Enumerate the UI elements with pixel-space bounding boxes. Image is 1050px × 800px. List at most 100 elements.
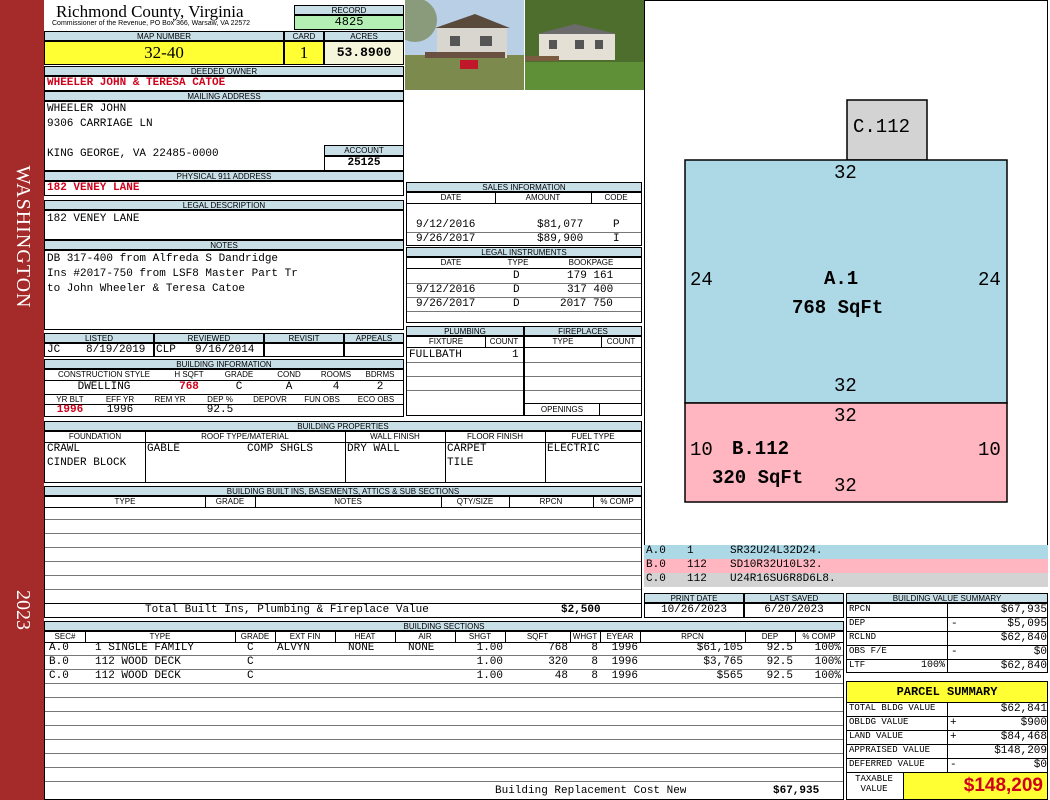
sale-2-code: I xyxy=(613,233,620,245)
sketch-code-b-sec: B.0 xyxy=(646,559,666,571)
sketch-a-left: 24 xyxy=(690,269,713,291)
section-2-sqft: 320 xyxy=(548,656,568,668)
section-3-grade: C xyxy=(247,670,254,682)
floor-finish-2: TILE xyxy=(447,457,474,469)
sec-heat-header: HEAT xyxy=(354,632,376,641)
notes-box: DB 317-400 from Alfreda S Dandridge Ins … xyxy=(44,250,404,330)
physical-address-value: 182 VENEY LANE xyxy=(44,181,404,196)
bdrms-header: BDRMS xyxy=(365,370,395,379)
section-3-sqft: 48 xyxy=(554,670,568,682)
grade-header: GRADE xyxy=(224,370,254,379)
rooms-value: 4 xyxy=(332,381,340,393)
plumbing-box: FIXTURE COUNT FULLBATH 1 xyxy=(406,336,524,416)
account-value: 25125 xyxy=(324,156,404,171)
sketch-b-right: 10 xyxy=(978,439,1001,461)
building-value-summary-box: RPCN $67,935 DEP - $5,095 RCLND $62,840 … xyxy=(846,603,1048,673)
district-name: WASHINGTON xyxy=(12,165,34,309)
yr-blt-value: 1996 xyxy=(56,404,84,416)
revisit-box xyxy=(264,343,344,357)
section-3-eyear: 1996 xyxy=(611,670,638,682)
reviewed-date: 9/16/2014 xyxy=(195,344,255,356)
physical-address-label: PHYSICAL 911 ADDRESS xyxy=(44,171,404,181)
sale-2-date: 9/26/2017 xyxy=(416,233,476,245)
built-ins-label: BUILDING BUILT INS, BASEMENTS, ATTICS & … xyxy=(44,486,642,496)
ps-value-3: $84,468 xyxy=(1000,731,1047,743)
instrument-3-bookpage: 2017 750 xyxy=(560,298,613,310)
sec-eyear-header: EYEAR xyxy=(606,632,634,641)
yr-blt-header: YR BLT xyxy=(56,395,84,404)
instrument-3-date: 9/26/2017 xyxy=(416,298,476,310)
ps-value-1: $62,841 xyxy=(1000,703,1047,715)
legal-instruments-label: LEGAL INSTRUMENTS xyxy=(406,247,642,257)
sketch-a-bottom: 32 xyxy=(834,375,857,397)
ps-label-3: LAND VALUE xyxy=(849,731,904,741)
fuel-type: ELECTRIC xyxy=(547,443,600,455)
sketch-code-b-code: 112 xyxy=(687,559,707,571)
sec-comp-header: % COMP xyxy=(802,632,836,641)
bvs-label-5: LTF xyxy=(849,660,866,670)
sketch-code-a: A.0 1 SR32U24L32D24. xyxy=(644,545,1048,559)
plumbing-label: PLUMBING xyxy=(406,326,524,336)
section-1-comp: 100% xyxy=(814,642,841,654)
tax-year: 2023 xyxy=(12,590,34,630)
taxable-value: $148,209 xyxy=(904,773,1047,799)
section-3-rpcn: $565 xyxy=(716,670,743,682)
cond-value: A xyxy=(285,381,293,393)
section-1-type: 1 SINGLE FAMILY xyxy=(95,642,195,654)
ps-label-2: OBLDG VALUE xyxy=(849,717,909,727)
county-office: Commissioner of the Revenue, PO Box 366,… xyxy=(52,20,251,27)
section-1-ext: ALVYN xyxy=(277,642,311,654)
sketch-b-left: 10 xyxy=(690,439,713,461)
last-saved-label: LAST SAVED xyxy=(744,593,844,603)
section-3-shgt: 1.00 xyxy=(476,670,503,682)
sketch-a-area: 768 SqFt xyxy=(792,297,884,319)
sale-1-code: P xyxy=(613,219,620,231)
sketch-code-a-path: SR32U24L32D24. xyxy=(730,545,823,557)
listed-by: JC xyxy=(47,344,61,356)
sketch-code-c-path: U24R16SU6R8D6L8. xyxy=(730,573,836,585)
section-1-eyear: 1996 xyxy=(611,642,638,654)
section-3-comp: 100% xyxy=(814,670,841,682)
section-1-heat: NONE xyxy=(348,642,375,654)
building-information-label: BUILDING INFORMATION xyxy=(44,359,404,369)
section-2-whgt: 8 xyxy=(591,656,598,668)
depovr-header: DEPOVR xyxy=(253,395,287,404)
built-ins-notes-header: NOTES xyxy=(334,497,362,506)
plumbing-fixture-1: FULLBATH xyxy=(409,349,462,361)
section-3-type: 112 WOOD DECK xyxy=(95,670,181,682)
building-information-box: CONSTRUCTION STYLE H SQFT GRADE COND ROO… xyxy=(44,369,404,417)
property-photo-2 xyxy=(525,0,644,90)
acres-label: ACRES xyxy=(324,31,404,41)
sale-2-amount: $89,900 xyxy=(537,233,584,245)
sketch-b-area: 320 SqFt xyxy=(712,467,804,489)
bvs-sign-4: - xyxy=(951,646,958,658)
sales-info-label: SALES INFORMATION xyxy=(406,182,642,192)
map-number-label: MAP NUMBER xyxy=(44,31,284,41)
rooms-header: ROOMS xyxy=(320,370,352,379)
plumbing-count-1: 1 xyxy=(512,349,519,361)
sales-amount-header: AMOUNT xyxy=(525,193,561,202)
county-name: Richmond County, Virginia xyxy=(56,2,244,21)
section-2-type: 112 WOOD DECK xyxy=(95,656,181,668)
listed-label: LISTED xyxy=(44,333,154,343)
instrument-2-bookpage: 317 400 xyxy=(567,284,614,296)
sketch-code-c: C.0 112 U24R16SU6R8D6L8. xyxy=(644,573,1048,587)
bvs-label-4: OBS F/E xyxy=(849,646,887,656)
eff-yr-header: EFF YR xyxy=(105,395,135,404)
last-saved-value: 6/20/2023 xyxy=(744,603,844,618)
sec-shgt-header: SHGT xyxy=(468,632,492,641)
mailing-line-2: 9306 CARRIAGE LN xyxy=(47,118,153,130)
sketch-code-c-code: 112 xyxy=(687,573,707,585)
ps-label-5: DEFERRED VALUE xyxy=(849,759,925,769)
section-3-dep: 92.5 xyxy=(766,670,793,682)
building-properties-label: BUILDING PROPERTIES xyxy=(44,421,642,431)
sec-rpcn-header: RPCN xyxy=(681,632,704,641)
h-sqft-value: 768 xyxy=(179,381,199,393)
ps-sign-5: - xyxy=(950,759,957,771)
instruments-date-header: DATE xyxy=(440,258,462,267)
dep-pct-value: 92.5 xyxy=(206,404,234,416)
built-ins-total-label: Total Built Ins, Plumbing & Fireplace Va… xyxy=(145,604,429,616)
legal-description-label: LEGAL DESCRIPTION xyxy=(44,200,404,210)
sketch-code-a-code: 1 xyxy=(687,545,694,557)
sec-whgt-header: WHGT xyxy=(572,632,598,641)
